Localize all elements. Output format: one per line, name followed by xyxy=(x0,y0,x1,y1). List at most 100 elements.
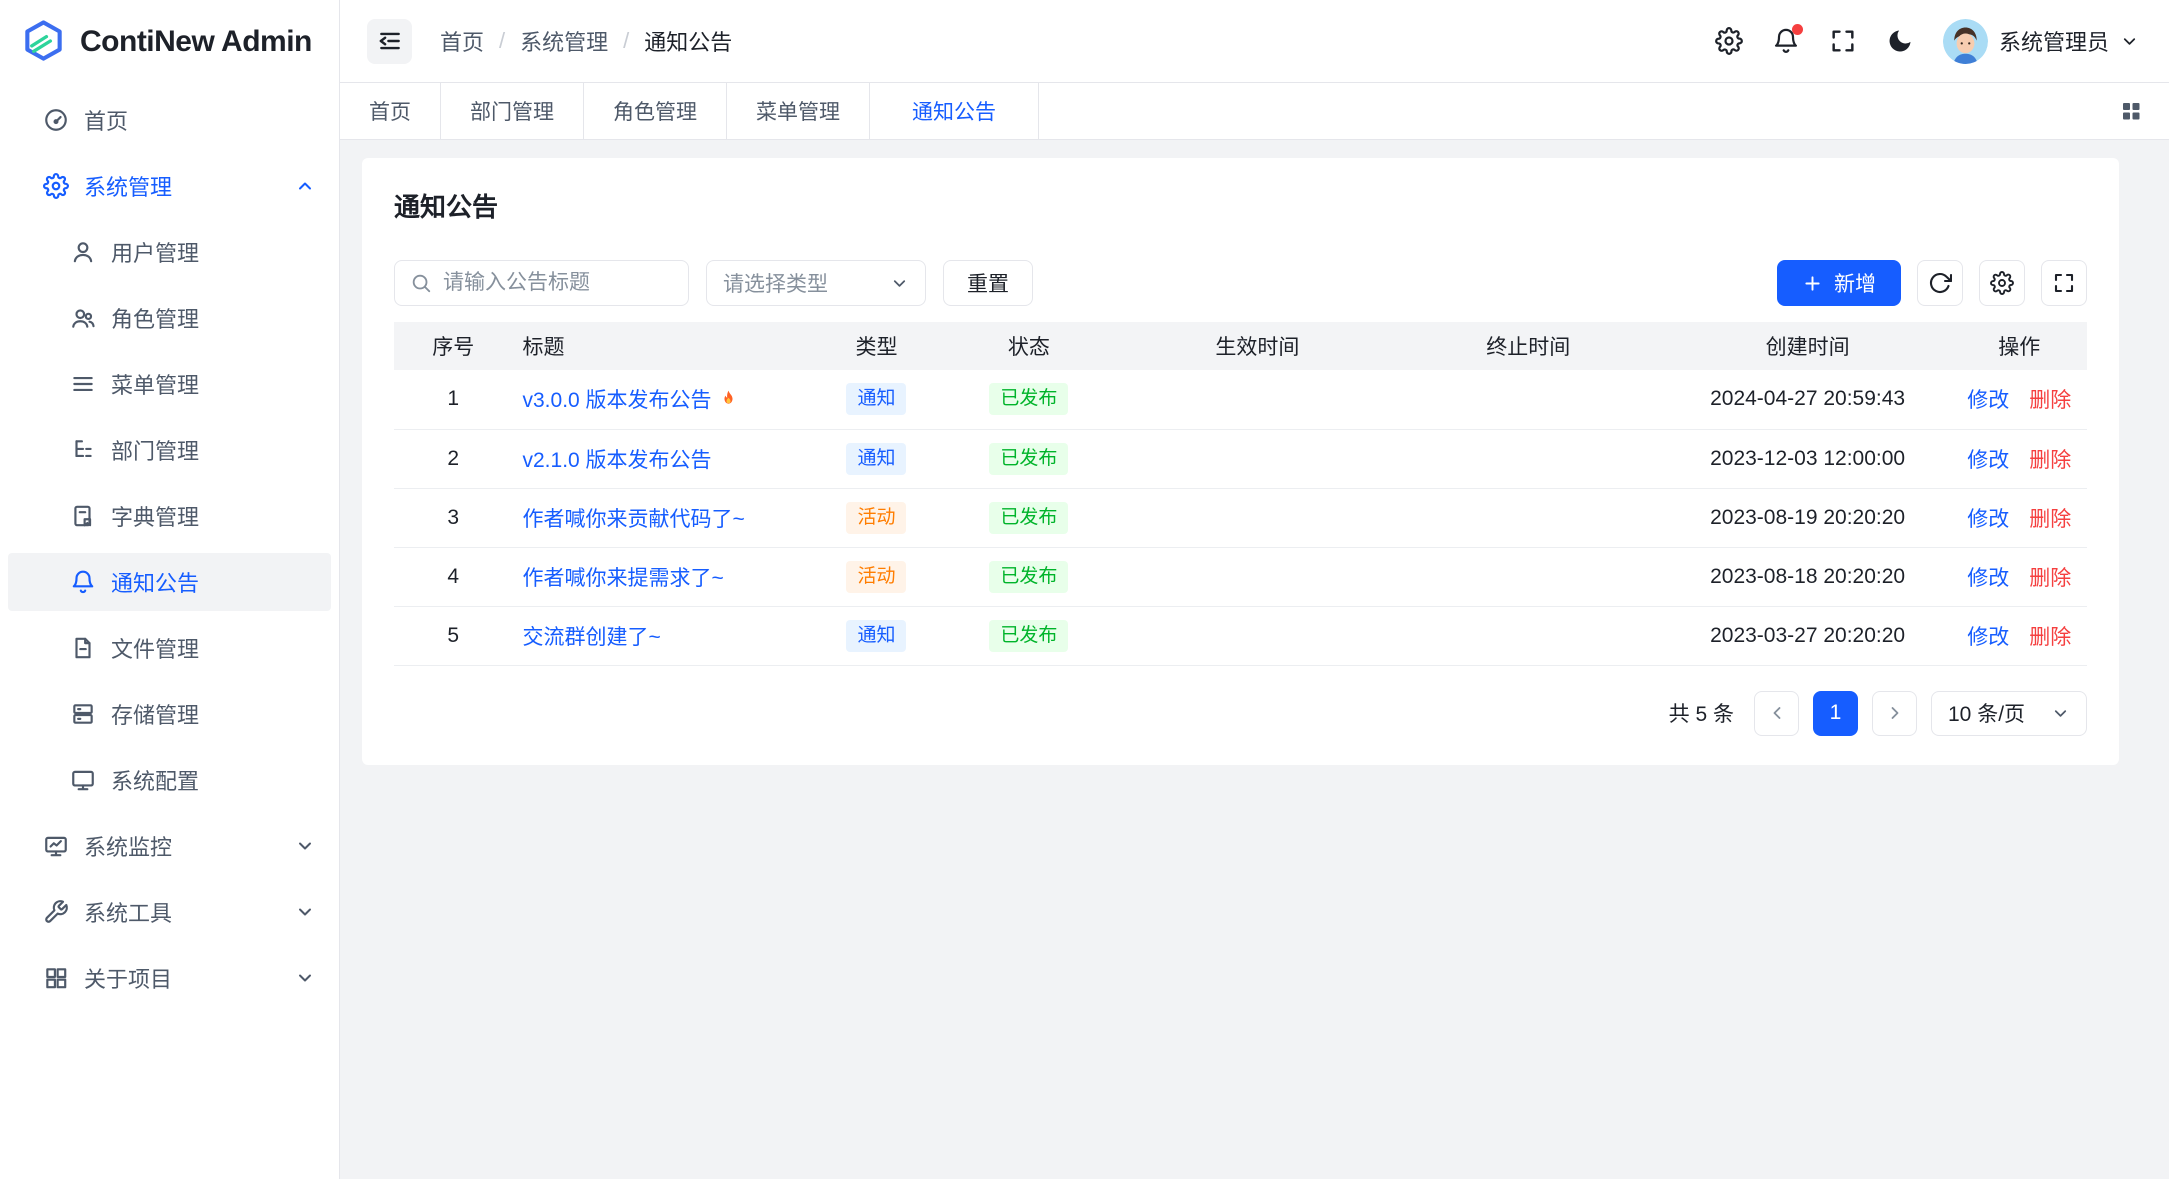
sidebar-item-config[interactable]: 系统配置 xyxy=(8,751,331,809)
delete-link[interactable]: 删除 xyxy=(2029,567,2071,590)
created-time: 2023-08-19 20:20:20 xyxy=(1664,488,1952,547)
sidebar-menu: 首页 系统管理 用户管理 角色 xyxy=(0,83,339,1179)
logo[interactable]: ContiNew Admin xyxy=(0,0,339,83)
tab-announcements[interactable]: 通知公告 xyxy=(870,83,1039,139)
top-header: 首页 / 系统管理 / 通知公告 xyxy=(340,0,2169,83)
sidebar-item-dictionary[interactable]: 字典管理 xyxy=(8,487,331,545)
breadcrumb-separator: / xyxy=(623,28,629,54)
sidebar-item-label: 系统配置 xyxy=(111,764,199,796)
delete-link[interactable]: 删除 xyxy=(2029,389,2071,412)
announcement-title-link[interactable]: 作者喊你来贡献代码了~ xyxy=(523,508,745,531)
reset-button[interactable]: 重置 xyxy=(943,260,1033,306)
content-area: 通知公告 请选择类型 重置 xyxy=(340,140,2169,1179)
column-settings-button[interactable] xyxy=(1979,260,2025,306)
breadcrumb-item[interactable]: 首页 xyxy=(440,25,484,57)
refresh-button[interactable] xyxy=(1917,260,1963,306)
breadcrumb-item[interactable]: 系统管理 xyxy=(520,25,608,57)
sidebar-item-announcements[interactable]: 通知公告 xyxy=(8,553,331,611)
sidebar-item-departments[interactable]: 部门管理 xyxy=(8,421,331,479)
wrench-icon xyxy=(43,899,69,925)
tab-departments[interactable]: 部门管理 xyxy=(441,83,584,139)
status-tag: 已发布 xyxy=(989,443,1068,475)
edit-link[interactable]: 修改 xyxy=(1967,389,2009,412)
sidebar-item-system[interactable]: 系统管理 xyxy=(8,157,331,215)
fire-icon xyxy=(718,389,739,410)
user-icon xyxy=(70,239,96,265)
title-search-field[interactable] xyxy=(394,260,689,306)
page-size-select[interactable]: 10 条/页 xyxy=(1931,691,2087,736)
total-count: 共 5 条 xyxy=(1669,698,1734,728)
sidebar-item-storage[interactable]: 存储管理 xyxy=(8,685,331,743)
sidebar-item-monitor[interactable]: 系统监控 xyxy=(8,817,331,875)
edit-link[interactable]: 修改 xyxy=(1967,449,2009,472)
effective-time xyxy=(1122,370,1393,429)
end-time xyxy=(1393,547,1664,606)
delete-link[interactable]: 删除 xyxy=(2029,449,2071,472)
tab-bar: 首页 部门管理 角色管理 菜单管理 通知公告 xyxy=(340,83,2169,140)
sidebar-item-label: 菜单管理 xyxy=(111,368,199,400)
notifications-button[interactable] xyxy=(1772,27,1800,55)
main-area: 首页 / 系统管理 / 通知公告 xyxy=(340,0,2169,1179)
type-tag: 活动 xyxy=(846,561,906,593)
plus-icon xyxy=(1802,273,1823,294)
created-time: 2023-03-27 20:20:20 xyxy=(1664,606,1952,665)
chevron-down-icon xyxy=(890,274,909,293)
status-tag: 已发布 xyxy=(989,502,1068,534)
settings-button[interactable] xyxy=(1715,27,1743,55)
add-button[interactable]: 新增 xyxy=(1777,260,1901,306)
delete-link[interactable]: 删除 xyxy=(2029,626,2071,649)
type-select-placeholder: 请选择类型 xyxy=(723,268,828,298)
sidebar-item-files[interactable]: 文件管理 xyxy=(8,619,331,677)
sidebar-item-label: 系统工具 xyxy=(84,896,172,928)
dark-mode-toggle[interactable] xyxy=(1886,27,1914,55)
sidebar-item-about[interactable]: 关于项目 xyxy=(8,949,331,1007)
announcement-title-link[interactable]: v3.0.0 版本发布公告 xyxy=(523,384,712,414)
tab-menus[interactable]: 菜单管理 xyxy=(727,83,870,139)
sidebar-item-home[interactable]: 首页 xyxy=(8,91,331,149)
collapse-sidebar-button[interactable] xyxy=(367,19,412,64)
edit-link[interactable]: 修改 xyxy=(1967,567,2009,590)
col-actions: 操作 xyxy=(1952,322,2088,370)
type-select[interactable]: 请选择类型 xyxy=(706,260,926,306)
chevron-right-icon xyxy=(1885,703,1905,723)
tab-label: 菜单管理 xyxy=(756,96,840,126)
edit-link[interactable]: 修改 xyxy=(1967,508,2009,531)
monitor-icon xyxy=(70,767,96,793)
refresh-icon xyxy=(1928,271,1952,295)
edit-link[interactable]: 修改 xyxy=(1967,626,2009,649)
sidebar-item-roles[interactable]: 角色管理 xyxy=(8,289,331,347)
status-tag: 已发布 xyxy=(989,561,1068,593)
tab-roles[interactable]: 角色管理 xyxy=(584,83,727,139)
continew-logo-icon xyxy=(20,18,67,65)
chevron-left-icon xyxy=(1767,703,1787,723)
gear-icon xyxy=(43,173,69,199)
end-time xyxy=(1393,370,1664,429)
tab-label: 部门管理 xyxy=(470,96,554,126)
sidebar-item-menus[interactable]: 菜单管理 xyxy=(8,355,331,413)
sidebar-item-tools[interactable]: 系统工具 xyxy=(8,883,331,941)
sidebar-item-label: 部门管理 xyxy=(111,434,199,466)
menu-fold-icon xyxy=(377,28,403,54)
table-row: 1 v3.0.0 版本发布公告 通知 已发布 2024-04-27 20:59:… xyxy=(394,370,2087,429)
user-menu[interactable]: 系统管理员 xyxy=(1943,19,2139,64)
search-input[interactable] xyxy=(443,271,673,295)
prev-page-button[interactable] xyxy=(1754,691,1799,736)
row-no: 1 xyxy=(394,370,513,429)
announcement-title-link[interactable]: 作者喊你来提需求了~ xyxy=(523,567,724,590)
tab-actions-button[interactable] xyxy=(2119,83,2169,139)
effective-time xyxy=(1122,488,1393,547)
announcement-title-link[interactable]: v2.1.0 版本发布公告 xyxy=(523,449,712,472)
announcement-title-link[interactable]: 交流群创建了~ xyxy=(523,626,661,649)
tab-home[interactable]: 首页 xyxy=(340,83,441,139)
end-time xyxy=(1393,429,1664,488)
sidebar-item-users[interactable]: 用户管理 xyxy=(8,223,331,281)
table-actions: 新增 xyxy=(1777,260,2087,306)
page-1-button[interactable]: 1 xyxy=(1813,691,1858,736)
created-time: 2023-12-03 12:00:00 xyxy=(1664,429,1952,488)
delete-link[interactable]: 删除 xyxy=(2029,508,2071,531)
chevron-down-icon xyxy=(295,968,315,988)
breadcrumb-item-current: 通知公告 xyxy=(644,25,732,57)
next-page-button[interactable] xyxy=(1872,691,1917,736)
fullscreen-button[interactable] xyxy=(1829,27,1857,55)
table-fullscreen-button[interactable] xyxy=(2041,260,2087,306)
